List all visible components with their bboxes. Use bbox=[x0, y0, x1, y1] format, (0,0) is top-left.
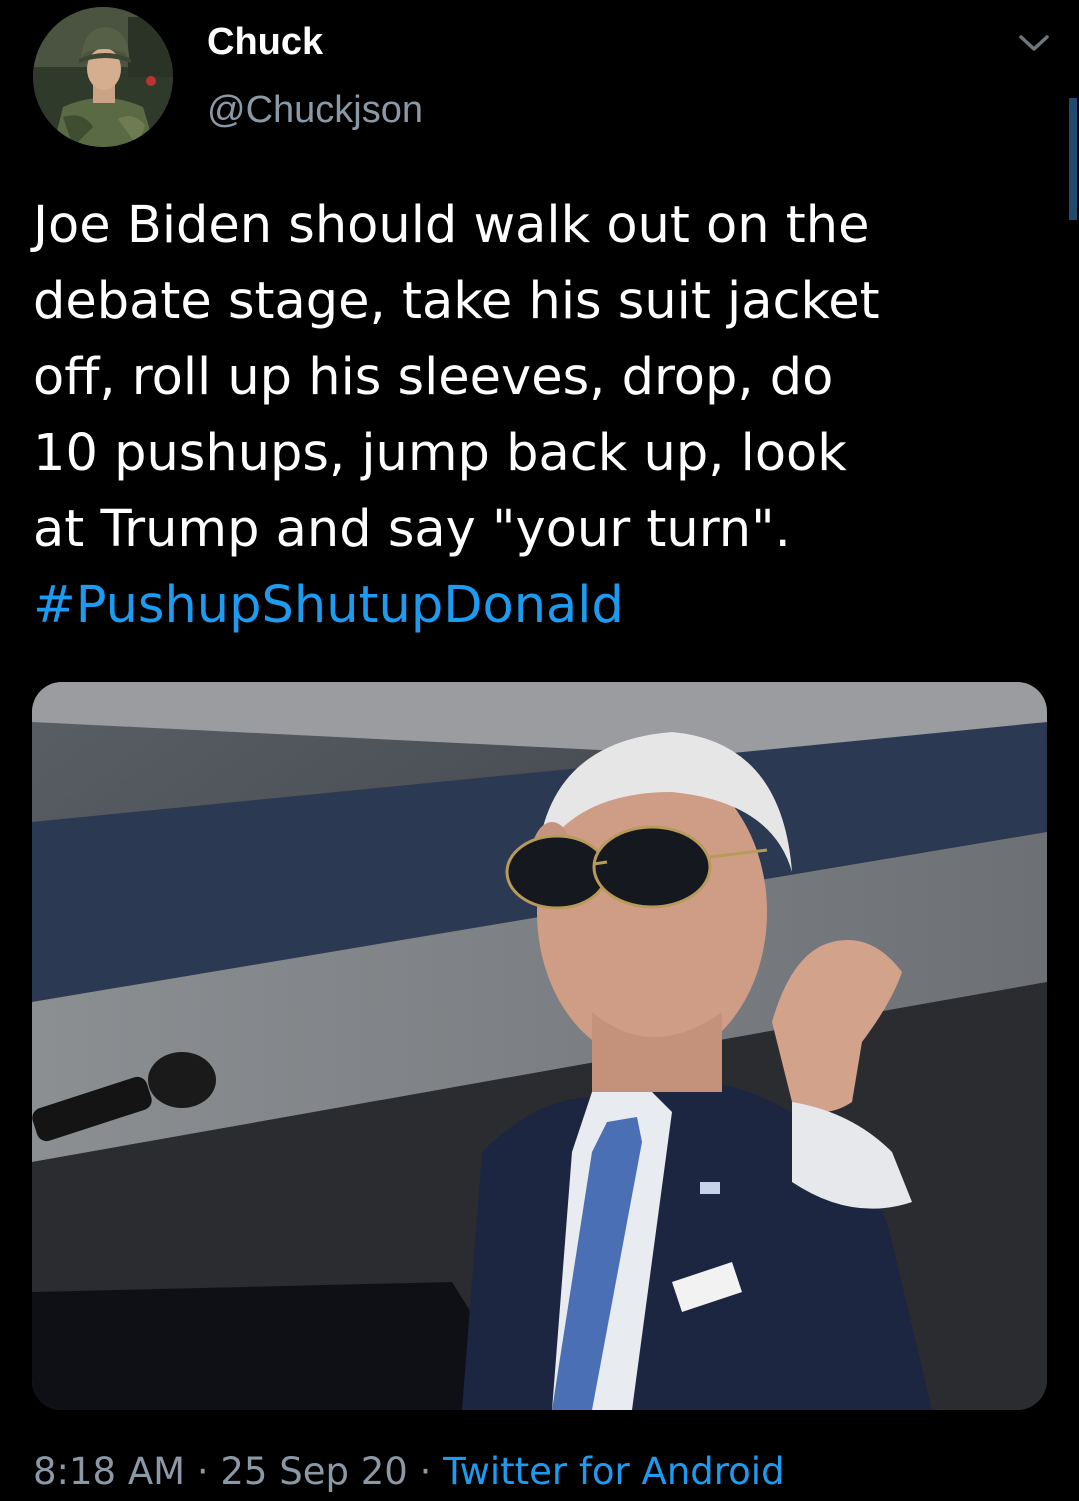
author-handle[interactable]: @Chuckjson bbox=[207, 86, 423, 134]
tweet-meta: 8:18 AM · 25 Sep 20 · Twitter for Androi… bbox=[33, 1448, 785, 1496]
scrollbar-thumb[interactable] bbox=[1069, 98, 1077, 220]
tweet-text-line: debate stage, take his suit jacket bbox=[33, 272, 880, 331]
tweet-source-link[interactable]: Twitter for Android bbox=[443, 1450, 784, 1493]
tweet-text-line: 10 pushups, jump back up, look bbox=[33, 424, 847, 483]
hashtag-link[interactable]: #PushupShutupDonald bbox=[33, 568, 1033, 644]
tweet-text-line: off, roll up his sleeves, drop, do bbox=[33, 348, 834, 407]
tweet-text: Joe Biden should walk out on the debate … bbox=[33, 188, 1033, 644]
tweet-time[interactable]: 8:18 AM bbox=[33, 1450, 185, 1493]
tweet-date[interactable]: 25 Sep 20 bbox=[220, 1450, 407, 1493]
tweet-media-image[interactable] bbox=[32, 682, 1047, 1410]
tweet-text-line: Joe Biden should walk out on the bbox=[33, 196, 870, 255]
meta-separator: · bbox=[407, 1450, 444, 1493]
meta-separator: · bbox=[185, 1450, 221, 1493]
tweet-menu-button[interactable] bbox=[1016, 28, 1052, 58]
author-display-name[interactable]: Chuck bbox=[207, 18, 323, 66]
chevron-down-icon bbox=[1019, 35, 1049, 51]
avatar-photo-icon bbox=[33, 7, 173, 147]
tweet-text-line: at Trump and say "your turn". bbox=[33, 500, 791, 559]
author-avatar[interactable] bbox=[33, 7, 173, 147]
photo-man-with-sunglasses-icon bbox=[32, 682, 1047, 1410]
